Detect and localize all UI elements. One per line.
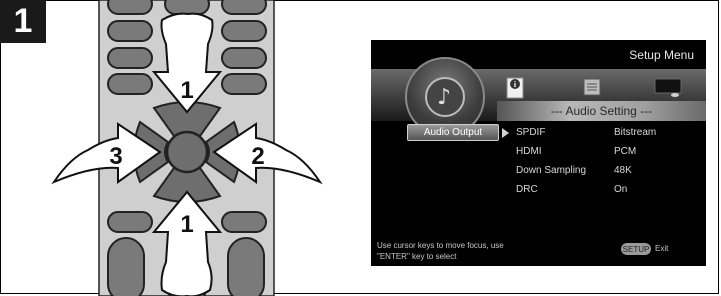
remote-button [221,47,267,69]
setting-value-spdif[interactable]: Bitstream [614,127,656,138]
remote-button [107,0,153,15]
setup-menu-title: Setup Menu [629,48,694,62]
setting-label-drc[interactable]: DRC [516,184,538,195]
arrow-label-left: 3 [109,143,122,170]
setting-value-drc[interactable]: On [614,184,627,195]
help-text: Use cursor keys to move focus, use "ENTE… [377,240,504,262]
section-title-bar: --- Audio Setting --- [497,101,706,121]
audio-disc-center: ♪ [425,77,465,117]
arrow-label-top: 1 [180,77,193,104]
setting-label-spdif[interactable]: SPDIF [516,127,545,138]
info-icon[interactable]: i [506,77,524,99]
remote-button [221,211,267,233]
remote-button [107,73,153,95]
remote-button [221,0,267,15]
remote-button [107,47,153,69]
remote-button [221,20,267,42]
music-note-icon: ♪ [437,85,452,110]
setting-value-down-sampling[interactable]: 48K [614,165,632,176]
remote-control-illustration: 1 2 3 1 [51,0,323,296]
step-number-badge: 1 [0,0,46,43]
dpad-enter [165,130,209,174]
remote-button [107,237,145,296]
setting-label-hdmi[interactable]: HDMI [516,146,542,157]
video-settings-icon[interactable] [582,77,602,97]
setup-menu-screen: Setup Menu ♪ i --- Audio Setting --- Aud… [371,40,706,266]
setting-label-down-sampling[interactable]: Down Sampling [516,165,586,176]
setting-value-hdmi[interactable]: PCM [614,146,636,157]
remote-button [107,211,153,233]
audio-output-button[interactable]: Audio Output [407,124,499,141]
display-icon[interactable] [654,77,682,99]
setup-key-badge[interactable]: SETUP [621,243,651,255]
remote-button [164,0,210,15]
remote-button [107,20,153,42]
arrow-label-bottom: 1 [180,211,193,238]
remote-button [221,73,267,95]
exit-label: Exit [655,244,669,253]
arrow-label-right: 2 [251,143,264,170]
chevron-right-icon [502,128,509,138]
help-text-line-2: "ENTER" key to select [377,252,457,261]
help-text-line-1: Use cursor keys to move focus, use [377,241,504,250]
remote-button [227,237,265,296]
